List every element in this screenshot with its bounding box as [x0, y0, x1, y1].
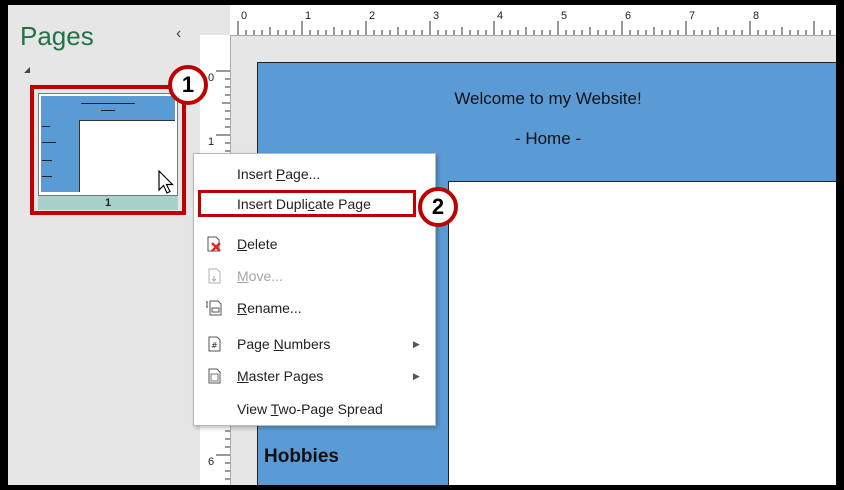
menu-item-rename[interactable]: Rename...: [194, 294, 435, 322]
svg-text:#: #: [211, 341, 218, 350]
menu-item-label: Rename...: [237, 300, 302, 316]
sidebar-heading-hobbies[interactable]: Hobbies: [264, 446, 339, 468]
thumbnail-sidebar: [41, 120, 80, 192]
horizontal-ruler[interactable]: 0 1 2 3 4 5 6 7 8: [200, 5, 836, 36]
document-subtitle[interactable]: - Home -: [258, 129, 836, 149]
menu-item-view-two-page-spread[interactable]: View Two-Page Spread: [194, 395, 435, 423]
ruler-label: 8: [753, 10, 759, 22]
menu-item-label: Delete: [237, 236, 278, 252]
master-pages-icon: [208, 368, 221, 384]
mouse-cursor-icon: [158, 170, 174, 194]
delete-page-icon: [207, 236, 221, 252]
page-numbers-icon: #: [208, 336, 221, 352]
step-1-callout: 1: [168, 65, 208, 105]
move-page-icon: [208, 268, 221, 284]
ruler-label: 1: [208, 136, 214, 148]
ruler-label: 7: [689, 10, 695, 22]
pages-pane-title: Pages: [20, 21, 94, 51]
page-number-label: 1: [38, 196, 178, 210]
menu-item-label: Master Pages: [237, 368, 324, 384]
submenu-arrow-icon: ▶: [413, 339, 420, 349]
step-2-callout: 2: [418, 187, 458, 227]
ruler-label: 1: [305, 10, 311, 22]
insert-duplicate-highlight: [198, 190, 416, 217]
ruler-label: 5: [561, 10, 567, 22]
menu-item-delete[interactable]: Delete: [194, 230, 435, 258]
ruler-label: 0: [208, 72, 214, 84]
collapse-pane-chevron-icon[interactable]: ‹: [176, 25, 181, 43]
menu-item-label: Page Numbers: [237, 336, 331, 352]
page-context-menu: Insert Page... Insert Duplicate Page Del…: [193, 153, 436, 426]
submenu-arrow-icon: ▶: [413, 371, 420, 381]
publisher-window: Pages ‹ 1 012345678 016 Welcome to my We…: [8, 5, 836, 485]
ruler-label: 4: [497, 10, 503, 22]
ruler-label: 6: [625, 10, 631, 22]
menu-item-label: Insert Page...: [237, 166, 321, 182]
menu-item-move[interactable]: Move...: [194, 262, 435, 290]
ruler-label: 6: [208, 456, 214, 468]
page-thumbnail[interactable]: [38, 93, 178, 196]
rename-page-icon: [206, 300, 222, 316]
section-expand-triangle-icon[interactable]: [24, 67, 30, 73]
thumbnail-header: [41, 96, 175, 121]
menu-item-label: View Two-Page Spread: [237, 401, 383, 417]
ruler-label: 3: [433, 10, 439, 22]
menu-item-page-numbers[interactable]: # Page Numbers ▶: [194, 330, 435, 358]
ruler-label: 0: [241, 10, 247, 22]
menu-item-master-pages[interactable]: Master Pages ▶: [194, 362, 435, 390]
menu-item-insert-page[interactable]: Insert Page...: [194, 160, 435, 188]
menu-item-label: Move...: [237, 268, 283, 284]
document-title[interactable]: Welcome to my Website!: [258, 89, 836, 109]
ruler-corner: [200, 5, 230, 35]
ruler-label: 2: [369, 10, 375, 22]
